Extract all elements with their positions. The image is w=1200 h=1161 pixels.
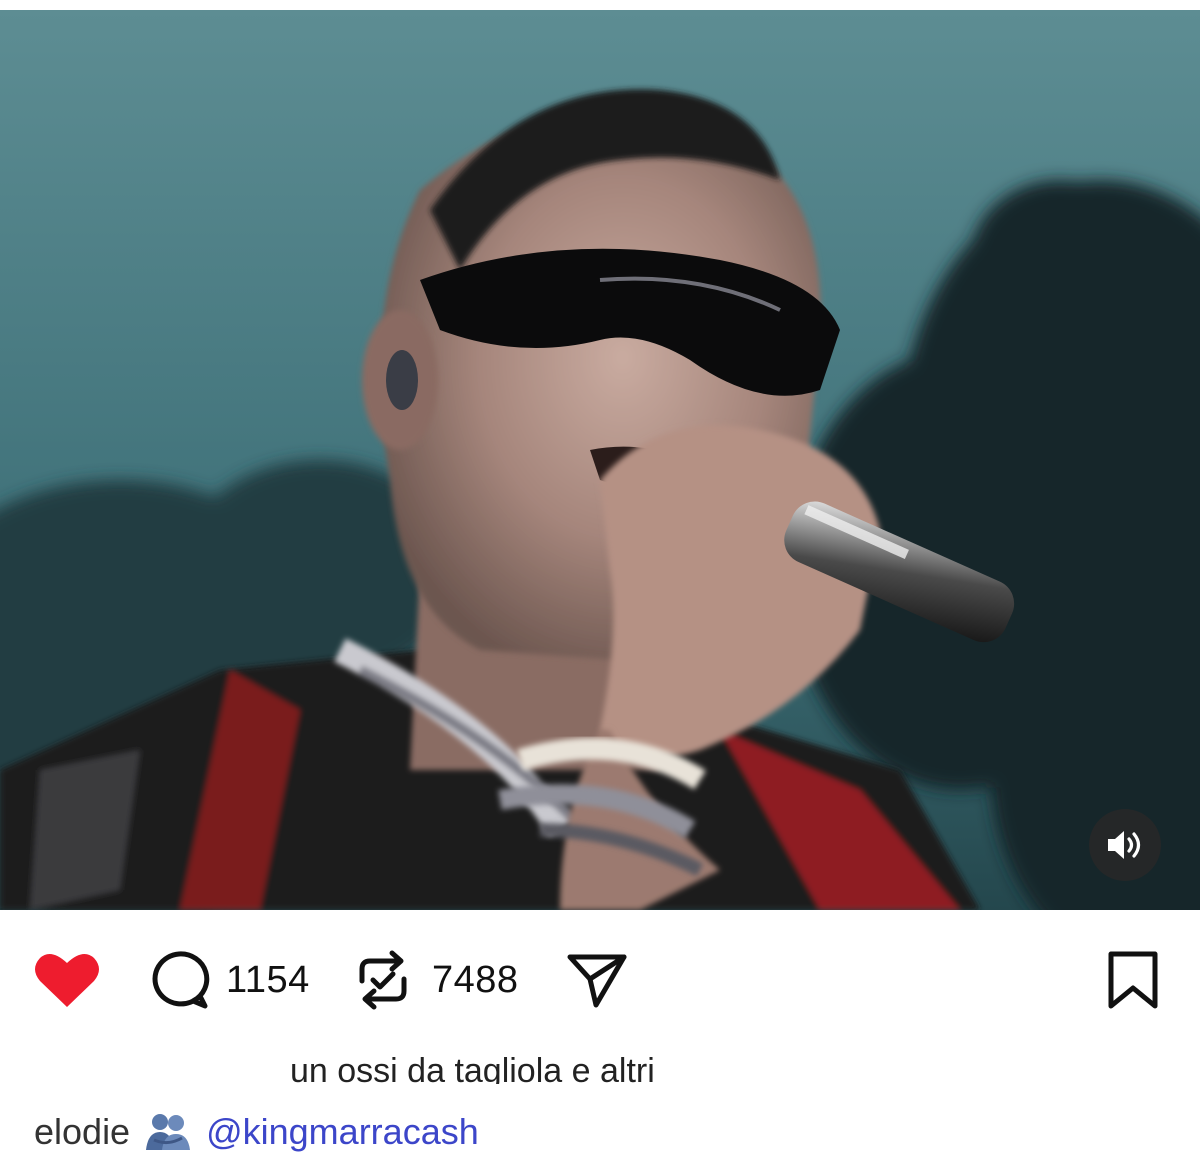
video-frame-image (0, 10, 1200, 910)
repost-count: 7488 (432, 958, 519, 1001)
speaker-volume-icon (1108, 831, 1141, 859)
post-caption: elodie @kingmarracash (34, 1106, 479, 1158)
volume-button[interactable] (1089, 809, 1161, 881)
people-hugging-icon (144, 1112, 192, 1152)
post-screen: 1154 7488 un ossi da tagliola e altri el… (0, 0, 1200, 1161)
bookmark-button[interactable] (1106, 940, 1160, 1020)
like-button[interactable] (34, 940, 100, 1020)
post-video[interactable] (0, 10, 1200, 910)
heart-filled-icon (35, 954, 99, 1007)
share-button[interactable] (566, 940, 628, 1020)
bookmark-icon (1108, 951, 1158, 1009)
caption-partial-line: un ossi da tagliola e altri (290, 1052, 655, 1084)
comment-bubble-icon (152, 951, 210, 1009)
comment-button[interactable]: 1154 (148, 940, 310, 1020)
repost-arrows-icon (359, 950, 407, 1010)
caption-username[interactable]: elodie (34, 1111, 130, 1153)
repost-button[interactable]: 7488 (356, 940, 519, 1020)
paper-plane-icon (567, 954, 627, 1008)
post-action-bar: 1154 7488 (0, 940, 1200, 1020)
caption-mention-link[interactable]: @kingmarracash (206, 1111, 479, 1153)
comment-count: 1154 (226, 958, 310, 1001)
